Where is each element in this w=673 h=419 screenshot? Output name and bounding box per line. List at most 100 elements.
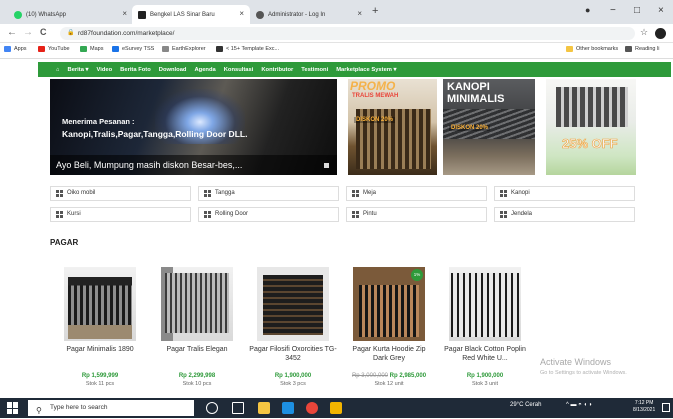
weather-indicator[interactable]: 29°C Cerah [510, 402, 541, 408]
nav-agenda[interactable]: Agenda [194, 67, 215, 73]
chrome-icon[interactable] [306, 402, 318, 414]
apps-grid-icon [4, 46, 11, 52]
esurvey-icon [112, 46, 119, 52]
earth-icon [162, 46, 169, 52]
back-button[interactable]: ← [7, 27, 17, 38]
close-tab-icon[interactable]: × [122, 9, 127, 18]
address-bar-row: ← → C 🔒 rd87foundation.com/marketplace/ … [0, 24, 673, 43]
other-bookmarks[interactable]: Other bookmarks [566, 46, 618, 52]
taskbar-search-input[interactable]: ⚲ Type here to search [28, 400, 194, 416]
bookmark-esurvey[interactable]: eSurvey TSS [112, 46, 154, 52]
youtube-icon [38, 46, 45, 52]
category-rolling-door[interactable]: Rolling Door [198, 207, 339, 222]
close-tab-icon[interactable]: × [357, 9, 362, 18]
category-tangga[interactable]: Tangga [198, 186, 339, 201]
product-image[interactable]: 1% [353, 267, 425, 341]
nav-home-icon[interactable]: ⌂ [56, 67, 60, 73]
url-input[interactable]: 🔒 rd87foundation.com/marketplace/ [60, 27, 635, 40]
tab-whatsapp[interactable]: (10) WhatsApp × [8, 5, 133, 24]
promo-title: PROMO [350, 79, 396, 93]
bookmark-earthexplorer[interactable]: EarthExplorer [162, 46, 206, 52]
category-meja[interactable]: Meja [346, 186, 487, 201]
product-image[interactable] [161, 267, 233, 341]
grid-icon [352, 211, 359, 218]
bookmark-label: YouTube [48, 46, 70, 52]
site-favicon-icon [138, 10, 146, 19]
price-value: Rp 1,900,000 [274, 373, 312, 379]
task-view-icon[interactable] [232, 402, 244, 414]
product-name[interactable]: Pagar Black Cotton Poplin Red White U... [441, 345, 529, 363]
nav-berita-foto[interactable]: Berita Foto [120, 67, 151, 73]
nav-download[interactable]: Download [159, 67, 187, 73]
discount-banner[interactable]: 25% OFF [546, 79, 636, 175]
forward-button[interactable]: → [23, 27, 33, 38]
hero-slider[interactable]: Menerima Pesanan : Kanopi,Tralis,Pagar,T… [50, 79, 337, 175]
product-name[interactable]: Pagar Filosifi Oxorcities TG-3452 [249, 345, 337, 363]
new-tab-button[interactable]: + [372, 5, 378, 17]
bookmark-apps[interactable]: Apps [4, 46, 27, 52]
hero-caption: Ayo Beli, Mumpung masih diskon Besar-bes… [50, 155, 337, 175]
bookmark-star-icon[interactable]: ☆ [640, 27, 648, 38]
search-icon: ⚲ [36, 406, 42, 415]
grid-icon [500, 190, 507, 197]
product-stock: Stok 3 pcs [280, 381, 306, 387]
reload-button[interactable]: C [40, 27, 47, 37]
tab-admin-login[interactable]: Administrator - Log In × [250, 5, 368, 24]
product-image[interactable] [257, 267, 329, 341]
reading-list[interactable]: Reading li [625, 46, 659, 52]
price-value: Rp 1,900,000 [466, 373, 504, 379]
whatsapp-icon [14, 10, 22, 19]
profile-icon[interactable]: ● [585, 5, 590, 15]
minimize-button[interactable]: − [610, 5, 616, 16]
grid-icon [352, 190, 359, 197]
file-explorer-icon[interactable] [258, 402, 270, 414]
category-oiko-mobil[interactable]: Oiko mobil [50, 186, 191, 201]
tab-label: Bengkel LAS Sinar Baru [150, 11, 215, 18]
product-name[interactable]: Pagar Tralis Elegan [153, 345, 241, 354]
category-kursi[interactable]: Kursi [50, 207, 191, 222]
taskbar-clock[interactable]: 7:12 PM 8/13/2021 [633, 400, 655, 414]
category-pintu[interactable]: Pintu [346, 207, 487, 222]
windows-start-icon[interactable] [7, 402, 19, 414]
cortana-icon[interactable] [206, 402, 218, 414]
nav-kontributor[interactable]: Kontributor [261, 67, 293, 73]
promo-banner[interactable]: PROMO TRALIS MEWAH DISKON 20% [348, 79, 437, 175]
nav-video[interactable]: Video [96, 67, 112, 73]
nav-berita[interactable]: Berita ▾ [68, 67, 89, 73]
bookmark-template[interactable]: < 15+ Template Exc... [216, 46, 279, 52]
bookmark-maps[interactable]: Maps [80, 46, 103, 52]
app-icon[interactable] [330, 402, 342, 414]
product-price: Rp 1,599,999 [56, 373, 144, 379]
product-image[interactable] [64, 267, 136, 341]
grid-icon [56, 211, 63, 218]
edge-icon[interactable] [282, 402, 294, 414]
maps-icon [80, 46, 87, 52]
price-value: Rp 1,599,999 [81, 373, 119, 379]
close-tab-icon[interactable]: × [239, 9, 244, 18]
house-image [556, 87, 628, 127]
category-label: Tangga [215, 190, 235, 196]
product-name[interactable]: Pagar Minimalis 1890 [56, 345, 144, 354]
product-name[interactable]: Pagar Kurta Hoodie Zip Dark Grey [345, 345, 433, 363]
category-label: Kursi [67, 211, 81, 217]
kanopi-banner[interactable]: KANOPI MINIMALIS DISKON 20% [443, 79, 535, 175]
maximize-button[interactable]: □ [634, 5, 640, 16]
category-jendela[interactable]: Jendela [494, 207, 635, 222]
product-image[interactable] [449, 267, 521, 341]
nav-konsultasi[interactable]: Konsultasi [224, 67, 254, 73]
kanopi-title-2: MINIMALIS [447, 93, 505, 105]
tab-bengkel[interactable]: Bengkel LAS Sinar Baru × [132, 5, 250, 24]
category-kanopi[interactable]: Kanopi [494, 186, 635, 201]
price-value: Rp 2,985,000 [389, 373, 427, 379]
nav-testimoni[interactable]: Testimoni [301, 67, 328, 73]
close-window-button[interactable]: × [658, 5, 664, 16]
system-tray-icons[interactable]: ^ ▬ ◓ ◖ ◗ [566, 402, 592, 408]
bookmark-label: < 15+ Template Exc... [226, 46, 280, 52]
grid-icon [204, 190, 211, 197]
avatar[interactable] [655, 28, 666, 39]
slider-indicator[interactable] [324, 163, 329, 168]
notification-icon[interactable] [662, 403, 670, 412]
product-stock: Stok 10 pcs [182, 381, 212, 387]
nav-marketplace-system[interactable]: Marketplace System ▾ [336, 67, 396, 73]
bookmark-youtube[interactable]: YouTube [38, 46, 70, 52]
